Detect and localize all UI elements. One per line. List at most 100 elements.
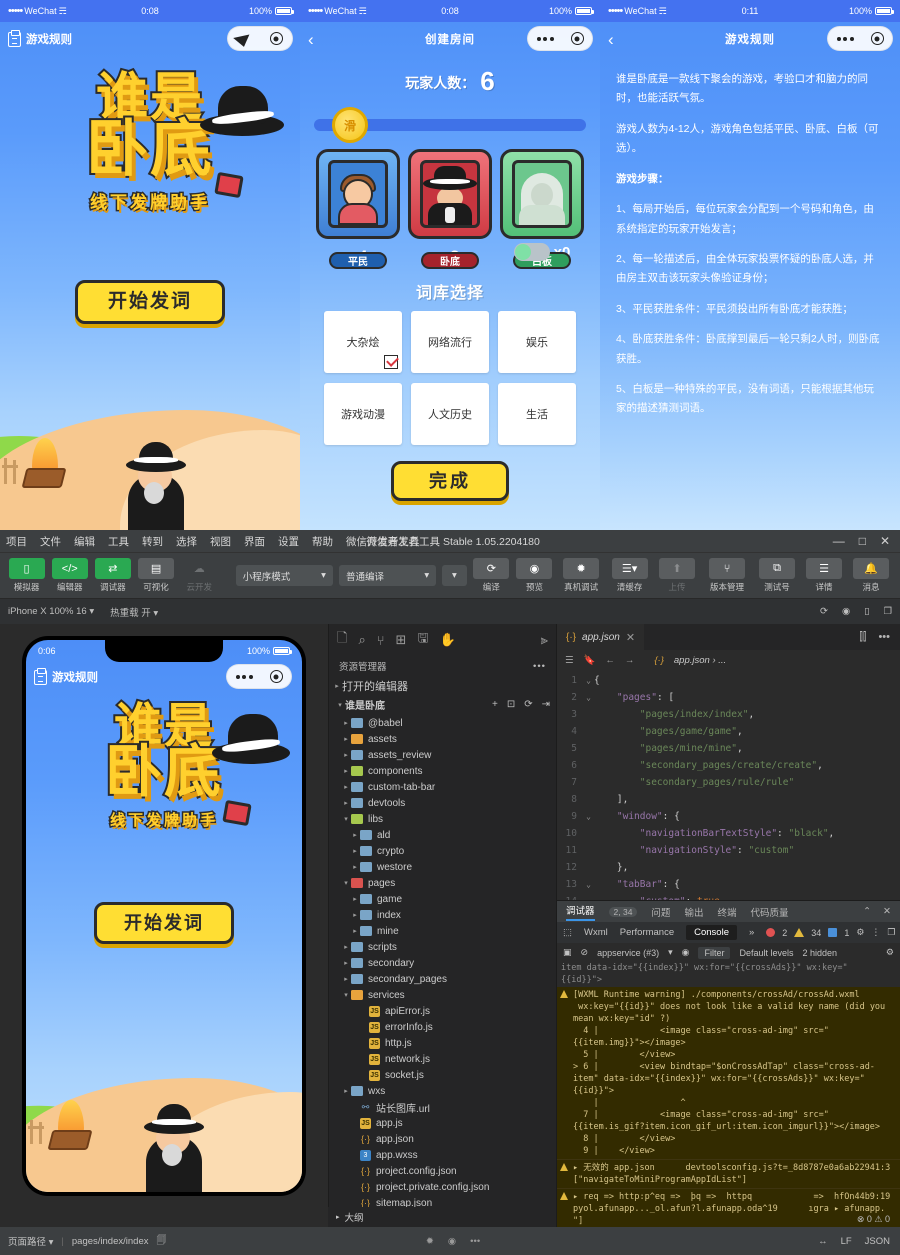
players-slider[interactable]: 滑: [310, 105, 590, 145]
fold-icon[interactable]: ⌄: [583, 876, 594, 893]
tree-item[interactable]: ▸ secondary_pages: [329, 971, 556, 987]
back-button[interactable]: ‹: [608, 31, 614, 48]
page-path-label[interactable]: 页面路径 ▾: [8, 1234, 53, 1248]
wordbank-option[interactable]: 生活: [498, 383, 578, 450]
wordbank-option[interactable]: 娱乐: [498, 311, 578, 378]
code-line[interactable]: 6 "secondary_pages/create/create",: [557, 757, 900, 774]
split-editor-icon[interactable]: ⫿⫿: [859, 631, 866, 644]
tab-problems[interactable]: 问题: [651, 905, 670, 919]
role-card-civilian[interactable]: 平民 x4: [316, 149, 400, 269]
levels-select[interactable]: Default levels: [739, 948, 793, 958]
inspect-icon[interactable]: ⬚: [563, 927, 572, 938]
tree-item[interactable]: ▸ @babel: [329, 715, 556, 731]
menu-item-ui[interactable]: 界面: [244, 534, 265, 549]
toolbar-clearcache-button[interactable]: ☰▾ 清缓存: [609, 558, 650, 593]
toolbar-visual-button[interactable]: ▤ 可视化: [137, 558, 175, 593]
problems-indicator[interactable]: ⊗ 0 ⚠ 0: [857, 1214, 890, 1225]
explorer-icon[interactable]: 🗋: [337, 629, 347, 651]
refresh-icon[interactable]: ⟳: [820, 606, 828, 617]
start-game-button[interactable]: 开始发词: [94, 902, 234, 944]
sidebar-toggle-icon[interactable]: ▣: [563, 947, 572, 958]
game-rule-button[interactable]: 游戏规则: [8, 29, 72, 47]
device-select[interactable]: iPhone X 100% 16 ▾: [8, 606, 94, 617]
refresh-icon[interactable]: ⟳: [524, 699, 532, 710]
tree-item[interactable]: ▸ wxs: [329, 1083, 556, 1099]
save-icon[interactable]: 🖫: [417, 629, 428, 651]
tree-item[interactable]: ▾ libs: [329, 811, 556, 827]
menu-item-file[interactable]: 文件: [40, 534, 61, 549]
tree-item[interactable]: JS http.js: [329, 1035, 556, 1051]
role-card-spy[interactable]: 卧底 x2: [408, 149, 492, 269]
fold-icon[interactable]: [583, 706, 594, 723]
tree-item[interactable]: ▸ custom-tab-bar: [329, 779, 556, 795]
game-rule-button[interactable]: 游戏规则: [34, 667, 98, 685]
tab-more[interactable]: »: [749, 927, 754, 938]
toolbar-testid-button[interactable]: ⧉ 测试号: [756, 558, 798, 593]
filter-input[interactable]: Filter: [698, 946, 731, 959]
tree-item[interactable]: ⚯ 站长图库.url: [329, 1099, 556, 1115]
fold-icon[interactable]: [583, 825, 594, 842]
code-line[interactable]: 11 "navigationStyle": "custom": [557, 842, 900, 859]
start-game-button[interactable]: 开始发词: [75, 280, 225, 324]
tab-codequality[interactable]: 代码质量: [750, 905, 788, 919]
breadcrumb[interactable]: app.json › ...: [674, 655, 726, 666]
tab-console[interactable]: Console: [686, 925, 737, 940]
more-icon[interactable]: •••: [533, 661, 546, 672]
fold-icon[interactable]: [583, 791, 594, 808]
tab-wxml[interactable]: Wxml: [584, 927, 608, 938]
menu-item-select[interactable]: 选择: [176, 534, 197, 549]
wechat-capsule-menu[interactable]: [827, 26, 893, 51]
more-dots-icon[interactable]: [536, 36, 554, 41]
code-line[interactable]: 13 ⌄ "tabBar": {: [557, 876, 900, 893]
new-file-icon[interactable]: +: [492, 699, 498, 710]
wechat-capsule-menu[interactable]: [527, 26, 593, 51]
tree-item[interactable]: JS apiError.js: [329, 1003, 556, 1019]
tree-item[interactable]: {·} project.private.config.json: [329, 1179, 556, 1195]
back-icon[interactable]: ←: [605, 655, 615, 666]
fold-icon[interactable]: [583, 842, 594, 859]
more-icon[interactable]: •••: [470, 1236, 480, 1247]
back-button[interactable]: ‹: [308, 31, 314, 48]
clear-console-icon[interactable]: ⊘: [581, 947, 589, 958]
tree-item[interactable]: ▸ game: [329, 891, 556, 907]
eye-icon[interactable]: ◉: [448, 1236, 456, 1247]
fold-icon[interactable]: [583, 740, 594, 757]
menu-item-devtools[interactable]: 微信开发者工具: [346, 534, 420, 549]
menu-item-edit[interactable]: 编辑: [74, 534, 95, 549]
split-icon[interactable]: ⫸: [541, 632, 548, 648]
console-warning-message[interactable]: [WXML Runtime warning] ./components/cros…: [557, 987, 900, 1160]
toolbar-upload-button[interactable]: ⬆ 上传: [656, 558, 698, 593]
close-target-icon[interactable]: [269, 670, 283, 683]
code-line[interactable]: 7 "secondary_pages/rule/rule": [557, 774, 900, 791]
toolbar-cloud-button[interactable]: ☁ 云开发: [181, 558, 218, 593]
menu-item-goto[interactable]: 转到: [142, 534, 163, 549]
code-line[interactable]: 5 "pages/mine/mine",: [557, 740, 900, 757]
tree-item[interactable]: ▸ mine: [329, 923, 556, 939]
tree-item[interactable]: ▸ devtools: [329, 795, 556, 811]
close-icon[interactable]: ✕: [626, 631, 635, 644]
outline-icon[interactable]: ☰: [565, 655, 574, 666]
hand-icon[interactable]: ✋: [440, 632, 456, 648]
blank-role-toggle[interactable]: [513, 243, 550, 261]
console-warning-message[interactable]: ▸ req => http:p^eq => þq => httpq => hfO…: [557, 1189, 900, 1227]
context-select[interactable]: appservice (#3): [597, 948, 659, 958]
console-messages[interactable]: item data-idx="{{index}}" wx:for="{{cros…: [557, 961, 900, 1227]
tree-item[interactable]: JS errorInfo.js: [329, 1019, 556, 1035]
minimize-button[interactable]: —: [833, 534, 845, 548]
wechat-capsule-menu[interactable]: [226, 664, 292, 689]
toolbar-editor-button[interactable]: </> 编辑器: [51, 558, 88, 593]
fold-icon[interactable]: [583, 774, 594, 791]
open-editors-section[interactable]: ▸ 打开的编辑器: [329, 678, 556, 694]
toolbar-version-button[interactable]: ⑂ 版本管理: [703, 558, 751, 593]
code-line[interactable]: 9 ⌄ "window": {: [557, 808, 900, 825]
outline-section[interactable]: ▸ 大纲: [328, 1207, 556, 1227]
bug-icon[interactable]: ✹: [426, 1236, 434, 1247]
menu-item-tools[interactable]: 工具: [108, 534, 129, 549]
tab-app-json[interactable]: {·} app.json ✕: [557, 624, 645, 650]
settings-gear-icon[interactable]: ⚙: [886, 947, 894, 958]
tab-terminal[interactable]: 终端: [717, 905, 736, 919]
tree-item[interactable]: ▸ assets_review: [329, 747, 556, 763]
fold-icon[interactable]: [583, 723, 594, 740]
hotreload-select[interactable]: 热重载 开 ▾: [110, 605, 158, 619]
code-line[interactable]: 3 "pages/index/index",: [557, 706, 900, 723]
